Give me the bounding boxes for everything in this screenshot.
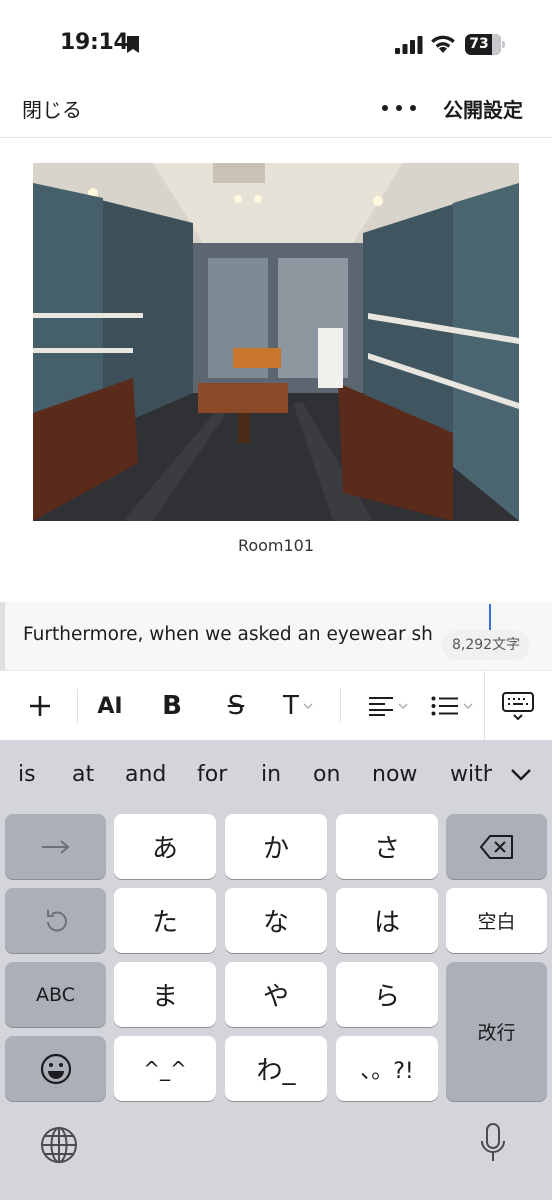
publish-settings-button[interactable]: 公開設定 [443,94,523,123]
align-left-icon [369,697,393,716]
status-time: 19:14 [60,30,129,55]
format-toolbar: AI B S T [0,670,552,741]
plus-icon [30,696,50,716]
suggestion-item[interactable]: with [450,762,492,787]
kana-key-ya[interactable]: や [225,962,327,1027]
kana-key-na[interactable]: な [225,888,327,953]
chevron-down-icon [303,703,313,709]
abc-mode-key[interactable]: ABC [5,962,106,1027]
kana-key-sa[interactable]: さ [336,814,438,879]
battery-level: 73 [469,36,489,52]
globe-icon[interactable] [40,1126,78,1164]
bold-button[interactable]: B [150,671,194,741]
kaomoji-key[interactable]: ^_^ [114,1036,216,1101]
suggestion-item[interactable]: at [72,762,94,787]
undo-key[interactable] [5,888,106,953]
emoji-key[interactable] [5,1036,106,1101]
text-cursor [489,604,491,630]
battery-icon: 73 [465,34,505,55]
delete-key[interactable] [446,814,547,879]
suggestion-bar: is at and for in on now with [0,740,552,812]
hide-keyboard-button[interactable] [492,671,544,741]
suggestion-item[interactable]: is [18,762,36,787]
alignment-button[interactable] [360,671,416,741]
kana-key-a[interactable]: あ [114,814,216,879]
suggestion-item[interactable]: for [197,762,227,787]
kana-key-wa[interactable]: わ_ [225,1036,327,1101]
editor-nav-bar: 閉じる 公開設定 [0,88,552,138]
kana-key-ta[interactable]: た [114,888,216,953]
ai-assist-button[interactable]: AI [88,671,132,741]
article-image[interactable] [33,163,519,521]
list-button[interactable] [424,671,480,741]
japanese-keyboard: is at and for in on now with あ か さ た な は… [0,740,552,1200]
wifi-icon [431,35,455,53]
character-count-badge: 8,292文字 [442,630,531,660]
bookmark-icon [127,36,139,53]
more-options-icon[interactable] [382,98,416,118]
microphone-icon[interactable] [480,1123,506,1163]
kana-key-ka[interactable]: か [225,814,327,879]
return-key[interactable]: 改行 [446,962,547,1101]
suggestion-item[interactable]: in [261,762,281,787]
suggestion-item[interactable]: and [125,762,166,787]
space-key[interactable]: 空白 [446,888,547,953]
punctuation-key[interactable]: 、。?! [336,1036,438,1101]
keyboard-icon [502,692,534,720]
backspace-icon [479,834,513,859]
text-style-label: T [283,691,299,721]
arrow-right-icon [41,839,70,854]
bulleted-list-icon [431,696,458,716]
close-button[interactable]: 閉じる [22,94,82,123]
undo-icon [46,909,67,931]
strikethrough-button[interactable]: S [214,671,258,741]
kana-key-ha[interactable]: は [336,888,438,953]
emoji-icon [40,1053,71,1084]
chevron-down-icon [398,703,408,709]
image-caption[interactable]: Room101 [0,536,552,555]
cellular-signal-icon [395,36,423,54]
status-bar: 19:14 73 [0,0,552,88]
kana-key-ma[interactable]: ま [114,962,216,1027]
suggestion-item[interactable]: on [313,762,340,787]
add-block-button[interactable] [18,671,62,741]
paragraph-text[interactable]: Furthermore, when we asked an eyewear sh [23,624,483,645]
kana-key-ra[interactable]: ら [336,962,438,1027]
chevron-down-icon [463,703,473,709]
text-style-button[interactable]: T [272,671,324,741]
expand-suggestions-icon[interactable] [510,768,532,782]
suggestion-item[interactable]: now [372,762,417,787]
cursor-right-key[interactable] [5,814,106,879]
